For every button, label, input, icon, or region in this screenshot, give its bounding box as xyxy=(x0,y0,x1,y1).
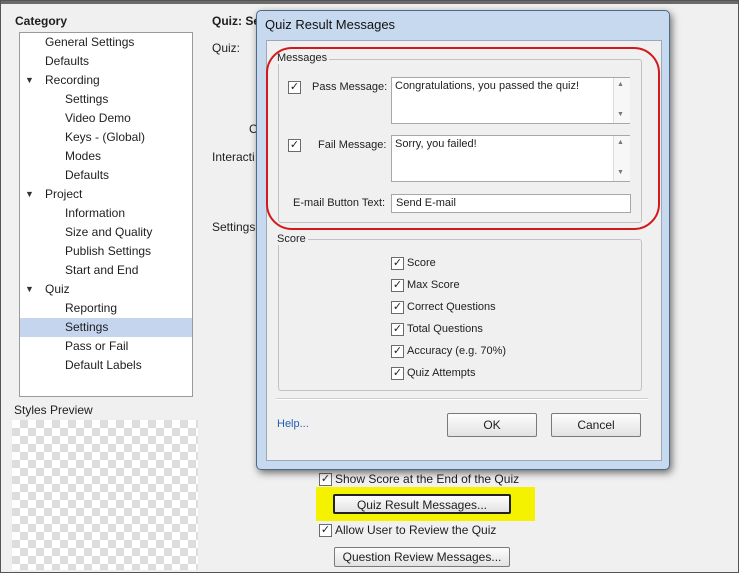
styles-preview-area xyxy=(12,420,198,570)
tree-item-label: Information xyxy=(65,206,126,220)
tree-item-label: Reporting xyxy=(65,301,118,315)
cancel-button[interactable]: Cancel xyxy=(551,413,641,437)
interaction-label: Interacti xyxy=(212,150,255,164)
tree-item-quiz[interactable]: ▼ Quiz xyxy=(20,280,192,299)
expand-triangle-icon[interactable]: ▼ xyxy=(25,71,34,90)
settings-label: Settings: xyxy=(212,220,259,234)
total-questions-checkbox[interactable]: ✓ xyxy=(391,323,404,336)
tree-item-modes[interactable]: Modes xyxy=(20,147,192,166)
quiz-attempts-label: Quiz Attempts xyxy=(407,367,476,379)
tree-item-size-quality[interactable]: Size and Quality xyxy=(20,223,192,242)
tree-item-label: Publish Settings xyxy=(65,244,152,258)
tree-item-label: Keys - (Global) xyxy=(65,130,146,144)
tree-item-label: Video Demo xyxy=(65,111,131,125)
tree-item-start-end[interactable]: Start and End xyxy=(20,261,192,280)
tree-item-recording-settings[interactable]: Settings xyxy=(20,90,192,109)
top-strip xyxy=(1,1,738,4)
tree-item-recording-defaults[interactable]: Defaults xyxy=(20,166,192,185)
help-link[interactable]: Help... xyxy=(277,418,309,430)
ok-button[interactable]: OK xyxy=(447,413,537,437)
tree-item-label: Default Labels xyxy=(65,358,142,372)
accuracy-checkbox[interactable]: ✓ xyxy=(391,345,404,358)
tree-item-keys-global[interactable]: Keys - (Global) xyxy=(20,128,192,147)
dialog-title: Quiz Result Messages xyxy=(265,17,396,32)
quiz-result-messages-button[interactable]: Quiz Result Messages... xyxy=(333,494,511,514)
category-tree[interactable]: General Settings Defaults ▼ Recording Set… xyxy=(19,32,193,397)
tree-item-label: Settings xyxy=(65,92,109,106)
question-review-messages-button[interactable]: Question Review Messages... xyxy=(334,547,510,567)
styles-preview-label: Styles Preview xyxy=(14,403,93,417)
total-questions-label: Total Questions xyxy=(407,323,483,335)
tree-item-video-demo[interactable]: Video Demo xyxy=(20,109,192,128)
tree-item-label: Start and End xyxy=(65,263,139,277)
show-score-label: Show Score at the End of the Quiz xyxy=(335,472,520,486)
correct-questions-label: Correct Questions xyxy=(407,301,496,313)
score-label: Score xyxy=(407,257,436,269)
tree-item-project[interactable]: ▼ Project xyxy=(20,185,192,204)
quiz-attempts-checkbox[interactable]: ✓ xyxy=(391,367,404,380)
tree-item-label: General Settings xyxy=(45,35,135,49)
expand-triangle-icon[interactable]: ▼ xyxy=(25,185,34,204)
allow-review-label: Allow User to Review the Quiz xyxy=(335,523,497,537)
tree-item-label: Modes xyxy=(65,149,102,163)
tree-item-defaults[interactable]: Defaults xyxy=(20,52,192,71)
tree-item-general-settings[interactable]: General Settings xyxy=(20,33,192,52)
tree-item-label: Quiz xyxy=(45,282,70,296)
quiz-label: Quiz: xyxy=(212,41,241,55)
tree-item-label: Defaults xyxy=(65,168,110,182)
tree-item-recording[interactable]: ▼ Recording xyxy=(20,71,192,90)
category-title: Category xyxy=(15,14,68,28)
max-score-label: Max Score xyxy=(407,279,460,291)
tree-item-label: Defaults xyxy=(45,54,90,68)
tree-item-default-labels[interactable]: Default Labels xyxy=(20,356,192,375)
tree-item-label: Recording xyxy=(45,73,100,87)
tree-item-quiz-settings[interactable]: Settings xyxy=(20,318,192,337)
tree-item-label: Size and Quality xyxy=(65,225,153,239)
max-score-checkbox[interactable]: ✓ xyxy=(391,279,404,292)
panel-header: Quiz: Se xyxy=(212,14,261,28)
tree-item-label: Settings xyxy=(65,320,109,334)
expand-triangle-icon[interactable]: ▼ xyxy=(25,280,34,299)
correct-questions-checkbox[interactable]: ✓ xyxy=(391,301,404,314)
dialog-separator xyxy=(276,398,648,400)
tree-item-reporting[interactable]: Reporting xyxy=(20,299,192,318)
tree-item-information[interactable]: Information xyxy=(20,204,192,223)
score-checkbox[interactable]: ✓ xyxy=(391,257,404,270)
tree-item-publish-settings[interactable]: Publish Settings xyxy=(20,242,192,261)
score-group-label: Score xyxy=(275,233,308,245)
accuracy-label: Accuracy (e.g. 70%) xyxy=(407,345,507,357)
tree-item-label: Project xyxy=(45,187,83,201)
allow-review-checkbox[interactable]: ✓ xyxy=(319,524,332,537)
show-score-checkbox[interactable]: ✓ xyxy=(319,473,332,486)
tree-item-pass-fail[interactable]: Pass or Fail xyxy=(20,337,192,356)
tree-item-label: Pass or Fail xyxy=(65,339,129,353)
annotation-oval xyxy=(266,47,660,230)
